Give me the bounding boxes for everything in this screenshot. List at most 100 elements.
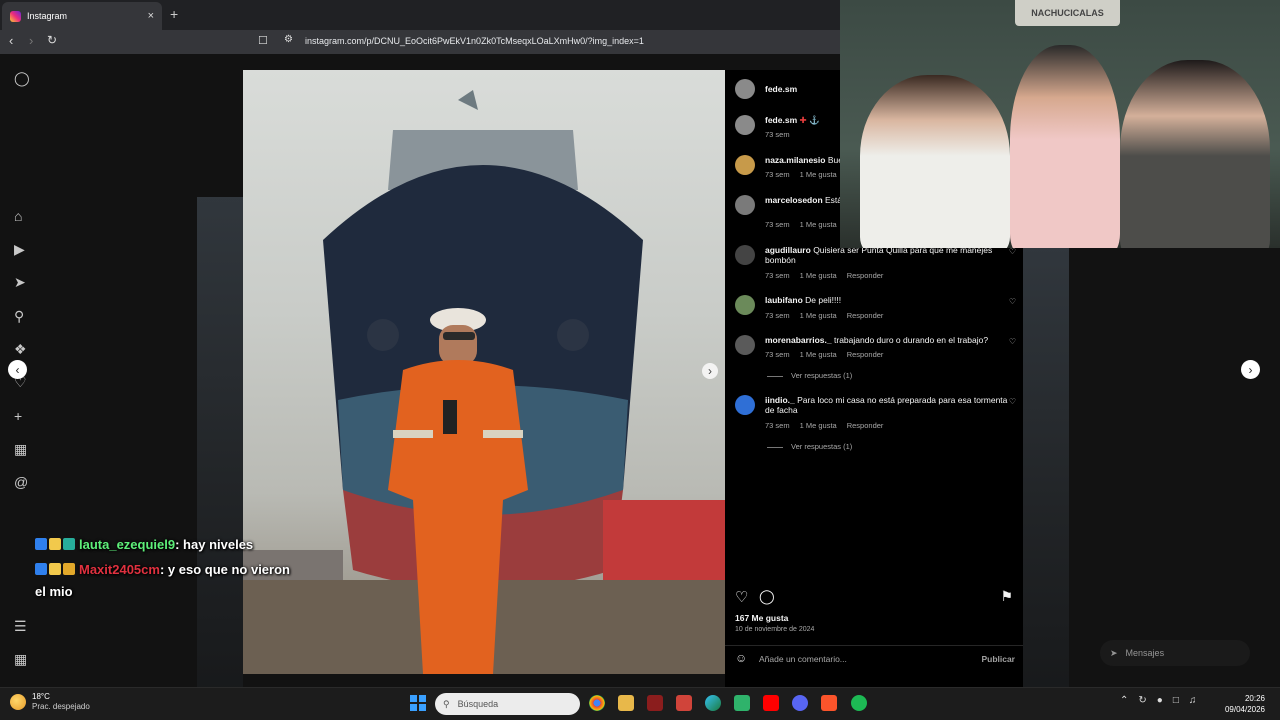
comment-user[interactable]: marcelosedon <box>765 195 823 205</box>
reply-button[interactable]: Responder <box>847 271 884 280</box>
bookmark-icon[interactable]: ☐ <box>258 34 268 47</box>
like-comment-icon[interactable]: ♡ <box>1009 297 1016 306</box>
chat-user: lauta_ezequiel9 <box>79 537 176 552</box>
avatar[interactable] <box>735 335 755 355</box>
streamer-2 <box>1010 45 1120 248</box>
streamer-1 <box>860 75 1010 248</box>
store-icon[interactable] <box>734 695 750 711</box>
comment-likes[interactable]: 1 Me gusta <box>800 311 837 320</box>
close-tab-icon[interactable]: × <box>148 10 154 22</box>
post-photo[interactable] <box>243 70 725 674</box>
sync-icon[interactable]: ↻ <box>1138 695 1146 706</box>
threads-icon[interactable]: @ <box>14 474 28 490</box>
create-icon[interactable]: + <box>14 408 22 424</box>
reload-icon[interactable]: ↻ <box>47 33 57 47</box>
edge-icon[interactable] <box>705 695 721 711</box>
back-icon[interactable]: ‹ <box>9 33 13 48</box>
spotify-icon[interactable] <box>851 695 867 711</box>
caption-author[interactable]: fede.sm <box>765 115 797 125</box>
volume-icon[interactable]: ♫ <box>1189 695 1197 706</box>
save-icon[interactable]: ⚑ <box>1000 588 1013 605</box>
clock-time: 20:26 <box>1244 694 1265 703</box>
avatar[interactable] <box>735 395 755 415</box>
windows-start-icon[interactable] <box>410 695 426 711</box>
messages-button[interactable]: ➤ Mensajes <box>1100 640 1250 666</box>
previous-post-button[interactable]: ‹ <box>8 360 27 379</box>
chrome-icon[interactable] <box>589 695 605 711</box>
reply-button[interactable]: Responder <box>847 350 884 359</box>
brave-icon[interactable] <box>821 695 837 711</box>
url-field[interactable]: instagram.com/p/DCNU_EoOcit6PwEkV1n0Zk0T… <box>305 36 644 46</box>
comment-likes[interactable]: 1 Me gusta <box>800 170 837 179</box>
avatar[interactable] <box>735 195 755 215</box>
like-comment-icon[interactable]: ♡ <box>1009 397 1016 406</box>
messages-icon: ➤ <box>1110 647 1118 658</box>
comment-time: 73 sem <box>765 421 790 430</box>
youtube-icon[interactable] <box>763 695 779 711</box>
weather-widget[interactable]: 18°C Prac. despejado <box>10 692 90 712</box>
reply-button[interactable]: Responder <box>847 311 884 320</box>
like-count[interactable]: 167 Me gusta <box>735 613 788 623</box>
publish-button[interactable]: Publicar <box>981 654 1015 664</box>
comment-user[interactable]: naza.milanesio <box>765 155 825 165</box>
comment-likes[interactable]: 1 Me gusta <box>800 421 837 430</box>
tab-instagram[interactable]: Instagram × <box>2 2 162 30</box>
like-comment-icon[interactable]: ♡ <box>1009 247 1016 256</box>
site-info-icon[interactable]: ⚙ <box>284 34 293 45</box>
like-icon[interactable]: ♡ <box>735 588 748 606</box>
comment-likes[interactable]: 1 Me gusta <box>800 271 837 280</box>
home-icon[interactable]: ⌂ <box>14 208 22 224</box>
next-post-button[interactable]: › <box>1241 360 1260 379</box>
chevron-up-icon[interactable]: ⌃ <box>1120 695 1128 706</box>
comment-user[interactable]: agudillauro <box>765 245 811 255</box>
search-icon: ⚲ <box>443 698 450 709</box>
weather-icon <box>10 694 26 710</box>
microphone-icon[interactable]: ● <box>1157 695 1163 706</box>
view-replies-button[interactable]: Ver respuestas (1) <box>767 371 852 380</box>
comment-user[interactable]: morenabarrios._ <box>765 335 832 345</box>
chat-text: : hay niveles <box>175 537 254 552</box>
ship-illustration <box>243 90 725 674</box>
menu-icon[interactable]: ☰ <box>14 618 27 635</box>
post-author[interactable]: fede.sm <box>765 84 797 94</box>
comment-input[interactable]: Añade un comentario... <box>759 654 847 664</box>
more-icon[interactable]: ▦ <box>14 651 27 668</box>
comment-user[interactable]: laubifano <box>765 295 803 305</box>
chat-message: lauta_ezequiel9: hay niveles <box>35 537 253 552</box>
view-replies-button[interactable]: Ver respuestas (1) <box>767 442 852 451</box>
reels-icon[interactable]: ▶ <box>14 241 25 258</box>
reply-button[interactable]: Responder <box>847 421 884 430</box>
tab-title: Instagram <box>27 11 68 21</box>
forward-icon[interactable]: › <box>29 33 33 48</box>
comment-time: 73 sem <box>765 350 790 359</box>
avatar[interactable] <box>735 79 755 99</box>
like-comment-icon[interactable]: ♡ <box>1009 337 1016 346</box>
avatar[interactable] <box>735 295 755 315</box>
avatar[interactable] <box>735 245 755 265</box>
app-icon[interactable] <box>647 695 663 711</box>
mail-icon[interactable] <box>676 695 692 711</box>
emoji-icon[interactable]: ☺ <box>735 651 747 665</box>
direct-icon[interactable]: ➤ <box>14 274 26 291</box>
comment-likes[interactable]: 1 Me gusta <box>800 220 837 229</box>
comment-time: 73 sem <box>765 220 790 229</box>
discord-icon[interactable] <box>792 695 808 711</box>
comment-icon[interactable]: ◯ <box>759 588 775 605</box>
search-icon[interactable]: ⚲ <box>14 308 24 325</box>
file-explorer-icon[interactable] <box>618 695 634 711</box>
new-tab-button[interactable]: + <box>170 6 178 22</box>
avatar[interactable] <box>735 155 755 175</box>
next-image-button[interactable]: › <box>702 363 718 379</box>
wall-sign: NACHUCICALAS <box>1015 0 1120 26</box>
avatar[interactable] <box>735 115 755 135</box>
comment-time: 73 sem <box>765 271 790 280</box>
clock[interactable]: 20:26 09/04/2026 <box>1220 693 1265 715</box>
instagram-logo-icon[interactable]: ◯ <box>14 70 30 87</box>
explore-icon[interactable]: ❖ <box>14 341 27 358</box>
comment-user[interactable]: iindio._ <box>765 395 795 405</box>
post-actions: ♡ ◯ ⚑ <box>735 588 1020 606</box>
taskbar-search[interactable]: ⚲ Búsqueda <box>435 693 580 715</box>
comment-likes[interactable]: 1 Me gusta <box>800 350 837 359</box>
network-icon[interactable]: □ <box>1173 695 1179 706</box>
dashboard-icon[interactable]: ▦ <box>14 441 27 458</box>
